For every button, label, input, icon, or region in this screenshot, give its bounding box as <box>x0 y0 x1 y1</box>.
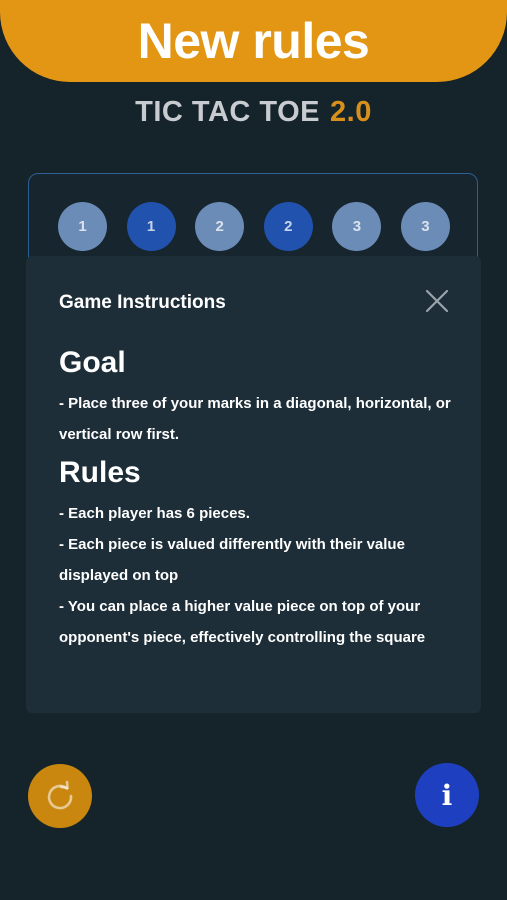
restart-icon <box>47 780 73 810</box>
banner-title: New rules <box>137 13 370 69</box>
app-title: TIC TAC TOE 2.0 <box>0 96 507 129</box>
info-button[interactable]: i <box>415 763 479 827</box>
rules-section: Rules - Each player has 6 pieces. - Each… <box>59 456 454 653</box>
piece-3-player-b[interactable]: 3 <box>400 202 450 251</box>
rule-line: - Each piece is valued differently with … <box>59 536 405 553</box>
goal-line: vertical row first. <box>59 426 180 443</box>
instructions-modal: Game Instructions Goal - Place three of … <box>26 256 481 713</box>
modal-title: Game Instructions <box>59 292 226 313</box>
rules-heading: Rules <box>59 456 141 489</box>
piece-row: 1 1 2 2 3 3 <box>58 202 450 251</box>
rule-line: opponent's piece, effectively controllin… <box>59 629 426 646</box>
goal-heading: Goal <box>59 346 126 379</box>
goal-section: Goal - Place three of your marks in a di… <box>59 346 454 450</box>
close-icon <box>425 289 449 313</box>
piece-1-player-a[interactable]: 1 <box>58 202 107 251</box>
rule-line: - You can place a higher value piece on … <box>59 598 421 615</box>
close-button[interactable] <box>423 287 451 315</box>
restart-button[interactable] <box>28 764 92 828</box>
modal-body: Goal - Place three of your marks in a di… <box>59 346 454 653</box>
info-icon: i <box>441 778 453 812</box>
piece-2-player-a[interactable]: 2 <box>195 202 245 251</box>
rule-line: - Each player has 6 pieces. <box>59 505 250 522</box>
piece-2-player-b[interactable]: 2 <box>263 202 313 251</box>
rule-line: displayed on top <box>59 567 179 584</box>
app-title-text: TIC TAC TOE <box>135 96 321 128</box>
new-rules-banner: New rules <box>0 0 507 82</box>
piece-3-player-a[interactable]: 3 <box>332 202 382 251</box>
piece-1-player-b[interactable]: 1 <box>126 202 176 251</box>
app-version: 2.0 <box>330 96 372 128</box>
goal-line: - Place three of your marks in a diagona… <box>59 395 451 412</box>
